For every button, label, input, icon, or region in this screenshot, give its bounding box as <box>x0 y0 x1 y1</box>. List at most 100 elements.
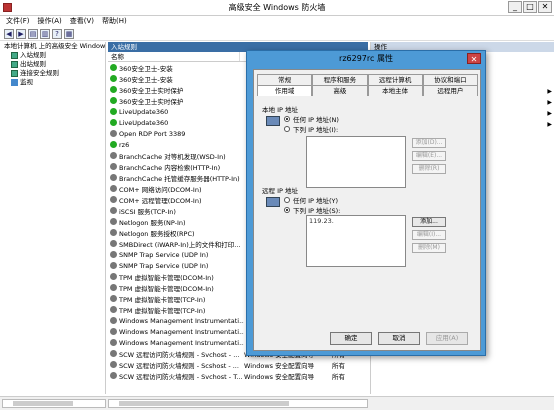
radio-dot <box>284 126 290 132</box>
tree-item-connection-security[interactable]: 连接安全规则 <box>2 69 105 78</box>
local-add-button[interactable]: 添加(D)... <box>412 138 446 148</box>
tree-root-label: 本地计算机 上的高级安全 Windows 防火墙 <box>4 42 105 50</box>
rule-name: SCW 远程访问防火墙规则 - Svchost - ... <box>119 350 240 359</box>
disabled-rule-icon <box>110 262 117 269</box>
rule-name: SCW 远程访问防火墙规则 - Svchost - T... <box>119 372 243 381</box>
radio-label: 任何 IP 地址(Y) <box>293 197 339 205</box>
disabled-rule-icon <box>110 196 117 203</box>
remote-edit-button[interactable]: 编辑(I)... <box>412 230 446 240</box>
disabled-rule-icon <box>110 229 117 236</box>
radio-label: 任何 IP 地址(N) <box>293 116 339 124</box>
rule-name: TPM 虚拟智能卡管理(TCP-In) <box>119 295 206 304</box>
scroll-thumb[interactable] <box>13 401 73 406</box>
disabled-rule-icon <box>110 240 117 247</box>
disabled-rule-icon <box>110 295 117 302</box>
cancel-button[interactable]: 取消 <box>378 332 420 345</box>
toolbar: ◀ ▶ ▤ ▥ ? ▦ <box>0 28 554 41</box>
tree-horizontal-scrollbar[interactable] <box>2 399 106 408</box>
enabled-rule-icon <box>110 86 117 93</box>
apply-button[interactable]: 应用(A) <box>426 332 468 345</box>
properties-icon[interactable]: ▥ <box>40 29 50 39</box>
table-row[interactable]: SCW 远程访问防火墙规则 - Svchost - T... Windows 安全… <box>108 370 368 381</box>
properties-dialog: rz6297rc 属性 ✕ 常规 程序和服务 远程计算机 协议和端口 作用域 高… <box>246 50 486 356</box>
maximize-button[interactable]: □ <box>523 1 537 13</box>
tab-remote-computers[interactable]: 远程计算机 <box>367 74 423 85</box>
submenu-arrow-icon[interactable]: ▶ <box>547 88 552 95</box>
tree-root[interactable]: 本地计算机 上的高级安全 Windows 防火墙 <box>2 42 105 51</box>
menu-file[interactable]: 文件(F) <box>6 16 30 27</box>
tab-scope[interactable]: 作用域 <box>257 85 313 96</box>
rules-icon <box>11 70 18 77</box>
rule-name: Open RDP Port 3389 <box>119 129 186 138</box>
dialog-title: rz6297rc 属性 <box>339 54 393 63</box>
remote-list-ip-radio[interactable]: 下列 IP 地址(S): <box>284 205 340 215</box>
tab-local-principals[interactable]: 本地主体 <box>367 85 423 96</box>
rule-name: 360安全卫士-安装 <box>119 64 173 73</box>
tab-programs-services[interactable]: 程序和服务 <box>312 74 368 85</box>
radio-dot <box>284 197 290 203</box>
dialog-button-row: 确定 取消 应用(A) <box>330 332 468 345</box>
list-horizontal-scrollbar[interactable] <box>108 399 368 408</box>
disabled-rule-icon <box>110 174 117 181</box>
menu-view[interactable]: 查看(V) <box>70 16 94 27</box>
dialog-close-button[interactable]: ✕ <box>467 53 481 64</box>
rule-name: iSCSI 服务(TCP-In) <box>119 207 176 216</box>
rule-group: Windows 安全配置向导 <box>244 361 315 370</box>
forward-icon[interactable]: ▶ <box>16 29 26 39</box>
submenu-arrow-icon[interactable]: ▶ <box>547 110 552 117</box>
tab-advanced[interactable]: 高级 <box>312 85 368 96</box>
list-item[interactable]: 119.23. <box>307 216 405 226</box>
tree-item-label: 连接安全规则 <box>20 69 59 77</box>
remote-ip-listbox[interactable]: 119.23. <box>306 215 406 267</box>
local-ip-listbox[interactable] <box>306 136 406 188</box>
disabled-rule-icon <box>110 350 117 357</box>
remote-add-button[interactable]: 添加... <box>412 217 446 227</box>
tab-general[interactable]: 常规 <box>257 74 313 85</box>
local-list-ip-radio[interactable]: 下列 IP 地址(I): <box>284 124 338 134</box>
rule-name: TPM 虚拟智能卡管理(TCP-In) <box>119 306 206 315</box>
submenu-arrow-icon[interactable]: ▶ <box>547 99 552 106</box>
submenu-arrow-icon[interactable]: ▶ <box>547 121 552 128</box>
scroll-thumb[interactable] <box>119 401 289 406</box>
disabled-rule-icon <box>110 306 117 313</box>
status-bar <box>0 396 554 410</box>
enabled-rule-icon <box>110 108 117 115</box>
tab-remote-users[interactable]: 远程用户 <box>422 85 478 96</box>
console-tree-icon[interactable]: ▤ <box>28 29 38 39</box>
local-any-ip-radio[interactable]: 任何 IP 地址(N) <box>284 114 339 124</box>
minimize-button[interactable]: _ <box>508 1 522 13</box>
title-bar: 高级安全 Windows 防火墙 _ □ ✕ <box>0 0 554 16</box>
disabled-rule-icon <box>110 207 117 214</box>
ok-button[interactable]: 确定 <box>330 332 372 345</box>
menu-bar: 文件(F) 操作(A) 查看(V) 帮助(H) <box>0 16 554 27</box>
local-edit-button[interactable]: 编辑(E)... <box>412 151 446 161</box>
tab-protocols-ports[interactable]: 协议和端口 <box>422 74 478 85</box>
rule-name: TPM 虚拟智能卡管理(DCOM-In) <box>119 284 214 293</box>
disabled-rule-icon <box>110 251 117 258</box>
network-icon <box>266 116 280 126</box>
rule-name: BranchCache 内容检索(HTTP-In) <box>119 163 221 172</box>
tree-item-outbound[interactable]: 出站规则 <box>2 60 105 69</box>
tree-item-inbound[interactable]: 入站规则 <box>2 51 105 60</box>
dialog-tabs: 常规 程序和服务 远程计算机 协议和端口 作用域 高级 本地主体 远程用户 <box>257 74 478 96</box>
rule-profile: 所有 <box>332 361 345 370</box>
tree-item-monitoring[interactable]: 监视 <box>2 78 105 87</box>
rules-icon <box>11 52 18 59</box>
action-pane-icon[interactable]: ▦ <box>64 29 74 39</box>
remote-any-ip-radio[interactable]: 任何 IP 地址(Y) <box>284 195 338 205</box>
help-icon[interactable]: ? <box>52 29 62 39</box>
local-delete-button[interactable]: 删除(R) <box>412 164 446 174</box>
enabled-rule-icon <box>110 141 117 148</box>
radio-dot <box>284 207 290 213</box>
rule-name: rz6 <box>119 140 130 149</box>
remote-delete-button[interactable]: 删除(M) <box>412 243 446 253</box>
back-icon[interactable]: ◀ <box>4 29 14 39</box>
menu-action[interactable]: 操作(A) <box>38 16 62 27</box>
column-name[interactable]: 名称 <box>108 52 240 61</box>
disabled-rule-icon <box>110 372 117 379</box>
rule-name: 360安全卫士-安装 <box>119 75 173 84</box>
close-button[interactable]: ✕ <box>538 1 552 13</box>
menu-help[interactable]: 帮助(H) <box>102 16 127 27</box>
table-row[interactable]: SCW 远程访问防火墙规则 - Scshost - ... Windows 安全配… <box>108 359 368 370</box>
rule-name: SNMP Trap Service (UDP In) <box>119 261 209 270</box>
